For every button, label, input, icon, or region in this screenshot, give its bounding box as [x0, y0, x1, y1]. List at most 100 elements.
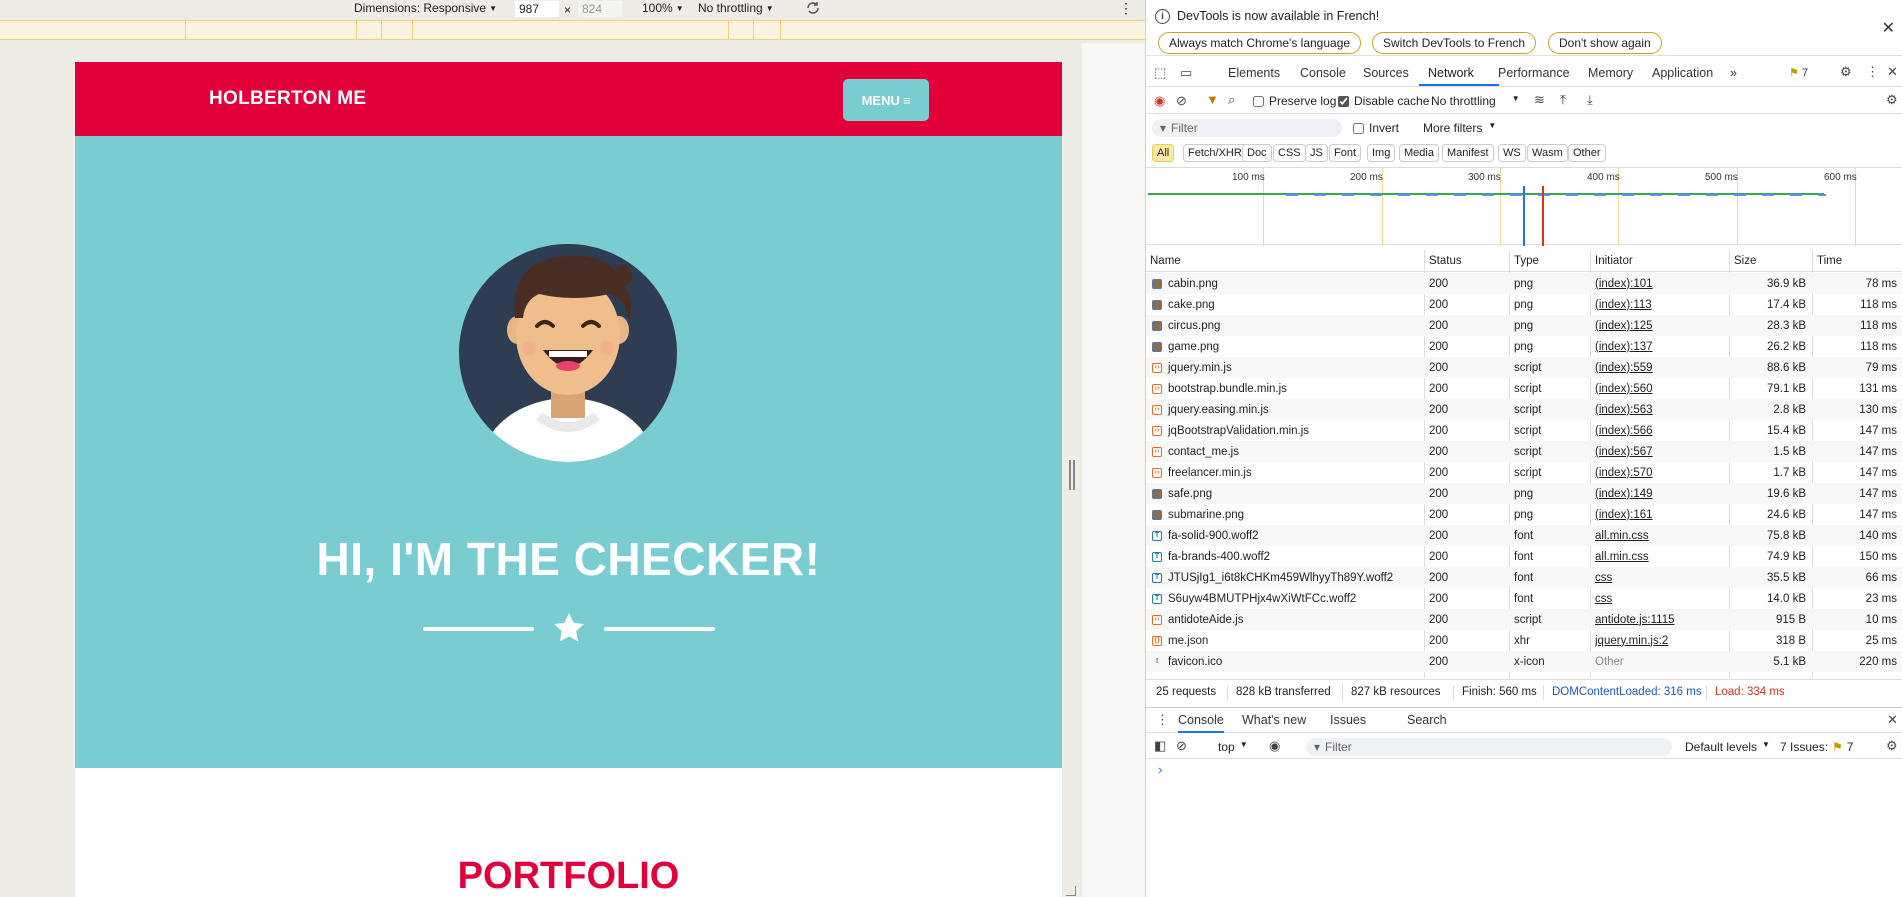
customize-menu-icon[interactable]: ⋮	[1866, 64, 1879, 80]
context-dropdown[interactable]: top ▼	[1218, 740, 1248, 754]
network-overview-timeline[interactable]: 100 ms 200 ms 300 ms 400 ms 500 ms 600 m…	[1146, 167, 1902, 246]
table-row[interactable]: Tfa-brands-400.woff2 200 font all.min.css 74…	[1146, 546, 1902, 567]
preserve-log-check[interactable]	[1253, 95, 1264, 107]
table-row[interactable]: Tfa-solid-900.woff2 200 font all.min.css 75.…	[1146, 525, 1902, 546]
cell-initiator-text[interactable]: (index):566	[1595, 425, 1653, 437]
type-filter-wasm[interactable]: Wasm	[1527, 144, 1568, 162]
cell-initiator-text[interactable]: (index):101	[1595, 278, 1653, 290]
cell-initiator-text[interactable]: (index):560	[1595, 383, 1653, 395]
rotate-icon[interactable]	[805, 0, 821, 16]
network-conditions-icon[interactable]: ≋	[1534, 92, 1545, 108]
table-row[interactable]: cake.png 200 png (index):113 17.4 kB 118 ms	[1146, 294, 1902, 315]
cell-initiator-text[interactable]: (index):567	[1595, 446, 1653, 458]
table-row[interactable]: submarine.png 200 png (index):161 24.6 kB 147…	[1146, 504, 1902, 525]
cell-initiator[interactable]: (index):563	[1595, 399, 1727, 420]
clear-console-icon[interactable]: ⊘	[1176, 738, 1187, 754]
table-row[interactable]: ‹› contact_me.js 200 script (index):567 1.5 k…	[1146, 441, 1902, 462]
match-language-button[interactable]: Always match Chrome's language	[1158, 32, 1362, 54]
table-row[interactable]: ‹› bootstrap.bundle.min.js 200 script (index…	[1146, 378, 1902, 399]
table-row[interactable]: ‹› jquery.min.js 200 script (index):559 88.6 …	[1146, 357, 1902, 378]
search-icon[interactable]: ⌕	[1228, 92, 1235, 108]
table-row[interactable]: ! favicon.ico 200 x-icon Other 5.1 kB 220 ms	[1146, 651, 1902, 672]
cell-initiator[interactable]: all.min.css	[1595, 546, 1727, 567]
cell-initiator[interactable]: css	[1595, 588, 1727, 609]
type-filter-ws[interactable]: WS	[1498, 144, 1526, 162]
table-row[interactable]: ‹› antidoteAide.js 200 script antidote.js:11…	[1146, 609, 1902, 630]
column-initiator[interactable]: Initiator	[1591, 250, 1729, 271]
eye-icon[interactable]: ◉	[1269, 738, 1280, 754]
type-filter-font[interactable]: Font	[1329, 144, 1362, 162]
invert-checkbox[interactable]: Invert	[1353, 121, 1399, 135]
media-query-ruler[interactable]	[0, 20, 1145, 40]
console-output[interactable]: ›	[1146, 760, 1902, 897]
drawer-tab-issues[interactable]: Issues	[1330, 713, 1366, 727]
dont-show-again-button[interactable]: Don't show again	[1548, 32, 1662, 54]
console-filter-input[interactable]: ▾ Filter	[1306, 738, 1672, 756]
cell-initiator-text[interactable]: css	[1595, 572, 1612, 584]
preserve-log-checkbox[interactable]: Preserve log	[1253, 94, 1336, 108]
more-options-icon[interactable]: ⋮	[1119, 0, 1133, 17]
type-filter-fetch-xhr[interactable]: Fetch/XHR	[1183, 144, 1247, 162]
network-settings-icon[interactable]: ⚙	[1886, 92, 1898, 108]
cell-initiator-text[interactable]: jquery.min.js:2	[1595, 635, 1668, 647]
close-drawer-icon[interactable]: ✕	[1887, 712, 1898, 728]
table-row[interactable]: ‹› freelancer.min.js 200 script (index):570 1…	[1146, 462, 1902, 483]
filter-funnel-icon[interactable]: ▼	[1206, 92, 1219, 107]
cell-initiator-text[interactable]: (index):113	[1595, 299, 1652, 311]
close-icon[interactable]: ✕	[1882, 18, 1895, 38]
cell-initiator[interactable]: antidote.js:1115	[1595, 609, 1727, 630]
table-row[interactable]: safe.png 200 png (index):149 19.6 kB 147 ms	[1146, 483, 1902, 504]
cell-initiator[interactable]: (index):149	[1595, 483, 1727, 504]
viewport-resize-handle[interactable]	[1069, 460, 1075, 490]
console-issues-button[interactable]: 7 Issues: ⚑ 7	[1780, 740, 1853, 754]
drawer-tab-console[interactable]: Console	[1178, 713, 1224, 733]
type-filter-other[interactable]: Other	[1568, 144, 1606, 162]
site-brand[interactable]: HOLBERTON ME	[209, 88, 366, 110]
more-filters-dropdown[interactable]: More filters ▼	[1423, 121, 1496, 135]
table-row[interactable]: cabin.png 200 png (index):101 36.9 kB 78 ms	[1146, 273, 1902, 294]
height-input[interactable]	[578, 1, 622, 17]
drawer-menu-icon[interactable]: ⋮	[1156, 712, 1169, 728]
network-throttling-dropdown[interactable]: No throttling ▼	[1431, 94, 1520, 108]
clear-icon[interactable]: ⊘	[1176, 93, 1187, 109]
table-row[interactable]: T S6uyw4BMUTPHjx4wXiWtFCc.woff2 200 font css…	[1146, 588, 1902, 609]
inspect-element-icon[interactable]: ⬚	[1154, 65, 1166, 81]
type-filter-doc[interactable]: Doc	[1242, 144, 1272, 162]
settings-gear-icon[interactable]: ⚙	[1840, 64, 1852, 80]
cell-initiator-text[interactable]: all.min.css	[1595, 551, 1649, 563]
export-har-icon[interactable]: ⤓	[1587, 92, 1593, 108]
switch-language-button[interactable]: Switch DevTools to French	[1372, 32, 1537, 54]
cell-initiator[interactable]: css	[1595, 567, 1727, 588]
cell-initiator-text[interactable]: (index):570	[1595, 467, 1653, 479]
close-devtools-icon[interactable]: ✕	[1887, 64, 1898, 80]
type-filter-img[interactable]: Img	[1367, 144, 1396, 162]
cell-initiator[interactable]: (index):559	[1595, 357, 1727, 378]
more-tabs-icon[interactable]: »	[1730, 66, 1737, 80]
device-throttling-dropdown[interactable]: No throttling ▼	[698, 1, 774, 15]
tab-console[interactable]: Console	[1300, 66, 1346, 80]
tab-application[interactable]: Application	[1652, 66, 1713, 80]
table-row[interactable]: {} me.json 200 xhr jquery.min.js:2 318 B 25 ms	[1146, 630, 1902, 651]
tab-performance[interactable]: Performance	[1498, 66, 1570, 80]
cell-initiator-text[interactable]: css	[1595, 593, 1612, 605]
cell-initiator[interactable]: (index):570	[1595, 462, 1727, 483]
cell-initiator-text[interactable]: Other	[1595, 656, 1624, 668]
cell-initiator[interactable]: all.min.css	[1595, 525, 1727, 546]
cell-initiator[interactable]: (index):101	[1595, 273, 1727, 294]
log-levels-dropdown[interactable]: Default levels ▼	[1685, 740, 1770, 754]
cell-initiator-text[interactable]: antidote.js:1115	[1595, 614, 1675, 626]
dimensions-dropdown[interactable]: Dimensions: Responsive ▼	[354, 1, 497, 15]
import-har-icon[interactable]: ⤒	[1560, 92, 1566, 108]
cell-initiator[interactable]: (index):161	[1595, 504, 1727, 525]
tab-sources[interactable]: Sources	[1363, 66, 1409, 80]
cell-initiator-text[interactable]: (index):149	[1595, 488, 1653, 500]
disable-cache-checkbox[interactable]: Disable cache	[1338, 94, 1429, 108]
cell-initiator[interactable]: (index):125	[1595, 315, 1727, 336]
column-status[interactable]: Status	[1425, 250, 1509, 271]
cell-initiator-text[interactable]: (index):559	[1595, 362, 1653, 374]
column-time[interactable]: Time	[1813, 250, 1902, 271]
table-row[interactable]: circus.png 200 png (index):125 28.3 kB 118 ms	[1146, 315, 1902, 336]
issues-badge[interactable]: ⚑ 7	[1789, 66, 1808, 79]
tab-memory[interactable]: Memory	[1588, 66, 1633, 80]
table-row[interactable]: game.png 200 png (index):137 26.2 kB 118 ms	[1146, 336, 1902, 357]
